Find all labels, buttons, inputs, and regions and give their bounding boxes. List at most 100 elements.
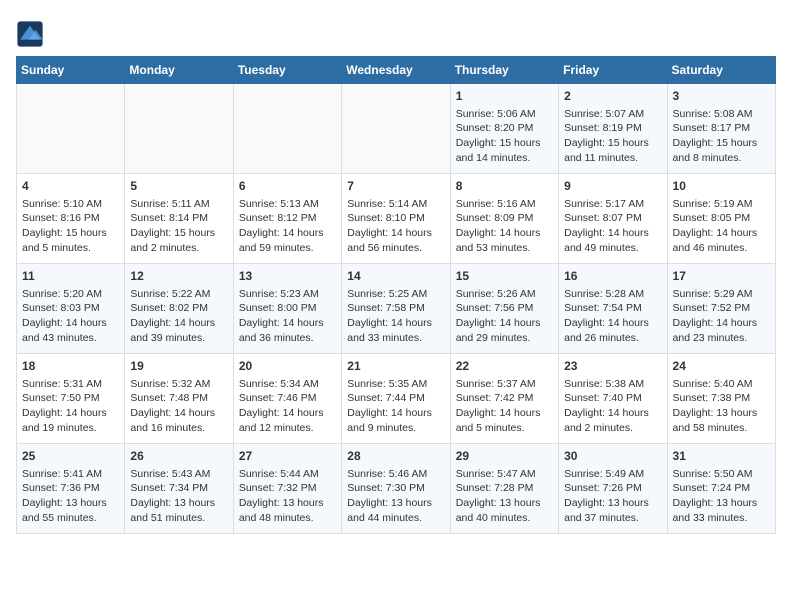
- day-content: Sunrise: 5:34 AM Sunset: 7:46 PM Dayligh…: [239, 378, 324, 434]
- day-number: 20: [239, 358, 336, 375]
- day-content: Sunrise: 5:35 AM Sunset: 7:44 PM Dayligh…: [347, 378, 432, 434]
- calendar-cell: 1 Sunrise: 5:06 AM Sunset: 8:20 PM Daylig…: [450, 84, 558, 174]
- day-number: 17: [673, 268, 770, 285]
- calendar-cell: [17, 84, 125, 174]
- calendar-cell: 8 Sunrise: 5:16 AM Sunset: 8:09 PM Daylig…: [450, 174, 558, 264]
- day-content: Sunrise: 5:38 AM Sunset: 7:40 PM Dayligh…: [564, 378, 649, 434]
- header-cell-friday: Friday: [559, 57, 667, 84]
- calendar-cell: 29 Sunrise: 5:47 AM Sunset: 7:28 PM Dayli…: [450, 444, 558, 534]
- header-cell-thursday: Thursday: [450, 57, 558, 84]
- calendar-row: 11 Sunrise: 5:20 AM Sunset: 8:03 PM Dayli…: [17, 264, 776, 354]
- day-number: 14: [347, 268, 444, 285]
- day-number: 13: [239, 268, 336, 285]
- day-content: Sunrise: 5:06 AM Sunset: 8:20 PM Dayligh…: [456, 108, 541, 164]
- day-content: Sunrise: 5:29 AM Sunset: 7:52 PM Dayligh…: [673, 288, 758, 344]
- day-number: 1: [456, 88, 553, 105]
- calendar-cell: 6Sunrise: 5:13 AM Sunset: 8:12 PM Daylig…: [233, 174, 341, 264]
- day-content: Sunrise: 5:14 AM Sunset: 8:10 PM Dayligh…: [347, 198, 432, 254]
- calendar-cell: 14 Sunrise: 5:25 AM Sunset: 7:58 PM Dayli…: [342, 264, 450, 354]
- day-content: Sunrise: 5:32 AM Sunset: 7:48 PM Dayligh…: [130, 378, 215, 434]
- header-cell-tuesday: Tuesday: [233, 57, 341, 84]
- day-number: 21: [347, 358, 444, 375]
- calendar-cell: [125, 84, 233, 174]
- day-number: 10: [673, 178, 770, 195]
- day-content: Sunrise: 5:47 AM Sunset: 7:28 PM Dayligh…: [456, 468, 541, 524]
- day-content: Sunrise: 5:50 AM Sunset: 7:24 PM Dayligh…: [673, 468, 758, 524]
- day-content: Sunrise: 5:46 AM Sunset: 7:30 PM Dayligh…: [347, 468, 432, 524]
- calendar-cell: 25 Sunrise: 5:41 AM Sunset: 7:36 PM Dayli…: [17, 444, 125, 534]
- day-number: 22: [456, 358, 553, 375]
- day-content: Sunrise: 5:11 AM Sunset: 8:14 PM Dayligh…: [130, 198, 215, 254]
- calendar-row: 18 Sunrise: 5:31 AM Sunset: 7:50 PM Dayli…: [17, 354, 776, 444]
- day-number: 3: [673, 88, 770, 105]
- calendar-row: 4Sunrise: 5:10 AM Sunset: 8:16 PM Daylig…: [17, 174, 776, 264]
- calendar-cell: 4Sunrise: 5:10 AM Sunset: 8:16 PM Daylig…: [17, 174, 125, 264]
- calendar-cell: [233, 84, 341, 174]
- day-number: 9: [564, 178, 661, 195]
- calendar-cell: 13 Sunrise: 5:23 AM Sunset: 8:00 PM Dayli…: [233, 264, 341, 354]
- calendar-row: 1 Sunrise: 5:06 AM Sunset: 8:20 PM Daylig…: [17, 84, 776, 174]
- day-content: Sunrise: 5:16 AM Sunset: 8:09 PM Dayligh…: [456, 198, 541, 254]
- day-number: 16: [564, 268, 661, 285]
- calendar-cell: 17 Sunrise: 5:29 AM Sunset: 7:52 PM Dayli…: [667, 264, 775, 354]
- day-number: 7: [347, 178, 444, 195]
- day-content: Sunrise: 5:19 AM Sunset: 8:05 PM Dayligh…: [673, 198, 758, 254]
- day-content: Sunrise: 5:20 AM Sunset: 8:03 PM Dayligh…: [22, 288, 107, 344]
- calendar-cell: 22 Sunrise: 5:37 AM Sunset: 7:42 PM Dayli…: [450, 354, 558, 444]
- day-number: 28: [347, 448, 444, 465]
- day-content: Sunrise: 5:25 AM Sunset: 7:58 PM Dayligh…: [347, 288, 432, 344]
- calendar-cell: 10 Sunrise: 5:19 AM Sunset: 8:05 PM Dayli…: [667, 174, 775, 264]
- day-number: 12: [130, 268, 227, 285]
- day-number: 11: [22, 268, 119, 285]
- day-number: 2: [564, 88, 661, 105]
- header-row: SundayMondayTuesdayWednesdayThursdayFrid…: [17, 57, 776, 84]
- calendar-cell: 31 Sunrise: 5:50 AM Sunset: 7:24 PM Dayli…: [667, 444, 775, 534]
- calendar-header: SundayMondayTuesdayWednesdayThursdayFrid…: [17, 57, 776, 84]
- day-number: 29: [456, 448, 553, 465]
- header-cell-monday: Monday: [125, 57, 233, 84]
- calendar-cell: 2 Sunrise: 5:07 AM Sunset: 8:19 PM Daylig…: [559, 84, 667, 174]
- day-content: Sunrise: 5:07 AM Sunset: 8:19 PM Dayligh…: [564, 108, 649, 164]
- day-content: Sunrise: 5:28 AM Sunset: 7:54 PM Dayligh…: [564, 288, 649, 344]
- day-number: 15: [456, 268, 553, 285]
- day-number: 27: [239, 448, 336, 465]
- day-number: 23: [564, 358, 661, 375]
- calendar-cell: 15Sunrise: 5:26 AM Sunset: 7:56 PM Dayli…: [450, 264, 558, 354]
- day-content: Sunrise: 5:31 AM Sunset: 7:50 PM Dayligh…: [22, 378, 107, 434]
- day-number: 18: [22, 358, 119, 375]
- calendar-cell: 9Sunrise: 5:17 AM Sunset: 8:07 PM Daylig…: [559, 174, 667, 264]
- day-content: Sunrise: 5:40 AM Sunset: 7:38 PM Dayligh…: [673, 378, 758, 434]
- day-content: Sunrise: 5:23 AM Sunset: 8:00 PM Dayligh…: [239, 288, 324, 344]
- calendar-cell: 3 Sunrise: 5:08 AM Sunset: 8:17 PM Daylig…: [667, 84, 775, 174]
- calendar-cell: 28 Sunrise: 5:46 AM Sunset: 7:30 PM Dayli…: [342, 444, 450, 534]
- calendar-cell: 7 Sunrise: 5:14 AM Sunset: 8:10 PM Daylig…: [342, 174, 450, 264]
- calendar-cell: 26Sunrise: 5:43 AM Sunset: 7:34 PM Dayli…: [125, 444, 233, 534]
- calendar-cell: 30Sunrise: 5:49 AM Sunset: 7:26 PM Dayli…: [559, 444, 667, 534]
- day-content: Sunrise: 5:44 AM Sunset: 7:32 PM Dayligh…: [239, 468, 324, 524]
- day-content: Sunrise: 5:37 AM Sunset: 7:42 PM Dayligh…: [456, 378, 541, 434]
- calendar-cell: 24Sunrise: 5:40 AM Sunset: 7:38 PM Dayli…: [667, 354, 775, 444]
- day-content: Sunrise: 5:41 AM Sunset: 7:36 PM Dayligh…: [22, 468, 107, 524]
- calendar-cell: 21 Sunrise: 5:35 AM Sunset: 7:44 PM Dayli…: [342, 354, 450, 444]
- header-cell-wednesday: Wednesday: [342, 57, 450, 84]
- calendar-cell: 12 Sunrise: 5:22 AM Sunset: 8:02 PM Dayli…: [125, 264, 233, 354]
- header-cell-sunday: Sunday: [17, 57, 125, 84]
- day-number: 19: [130, 358, 227, 375]
- header-cell-saturday: Saturday: [667, 57, 775, 84]
- day-number: 5: [130, 178, 227, 195]
- day-content: Sunrise: 5:08 AM Sunset: 8:17 PM Dayligh…: [673, 108, 758, 164]
- day-content: Sunrise: 5:10 AM Sunset: 8:16 PM Dayligh…: [22, 198, 107, 254]
- day-number: 26: [130, 448, 227, 465]
- calendar-cell: 5 Sunrise: 5:11 AM Sunset: 8:14 PM Daylig…: [125, 174, 233, 264]
- day-number: 30: [564, 448, 661, 465]
- day-content: Sunrise: 5:22 AM Sunset: 8:02 PM Dayligh…: [130, 288, 215, 344]
- calendar-cell: 11 Sunrise: 5:20 AM Sunset: 8:03 PM Dayli…: [17, 264, 125, 354]
- day-number: 8: [456, 178, 553, 195]
- calendar-table: SundayMondayTuesdayWednesdayThursdayFrid…: [16, 56, 776, 534]
- calendar-row: 25 Sunrise: 5:41 AM Sunset: 7:36 PM Dayli…: [17, 444, 776, 534]
- calendar-cell: [342, 84, 450, 174]
- logo-icon: [16, 20, 44, 48]
- day-number: 25: [22, 448, 119, 465]
- calendar-cell: 18 Sunrise: 5:31 AM Sunset: 7:50 PM Dayli…: [17, 354, 125, 444]
- day-number: 31: [673, 448, 770, 465]
